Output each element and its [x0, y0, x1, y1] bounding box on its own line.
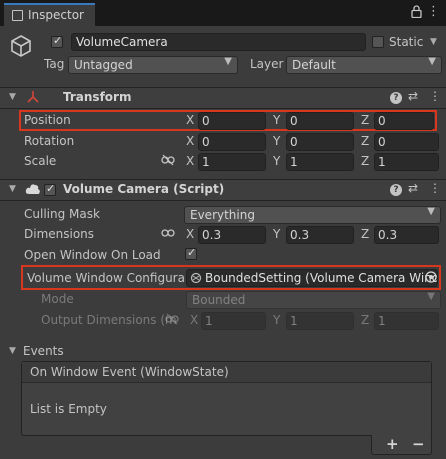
window-config-object-field[interactable]: BoundedSetting (Volume Camera Windo: [186, 269, 438, 287]
link-icon: [165, 313, 179, 328]
volume-camera-title: Volume Camera (Script): [63, 182, 225, 196]
output-dims-label: Output Dimensions (m: [41, 313, 177, 327]
rotation-x-field[interactable]: 0: [198, 133, 266, 151]
static-label: Static: [389, 35, 424, 49]
script-icon: [25, 182, 41, 199]
events-label[interactable]: Events: [23, 344, 64, 358]
events-list-header: On Window Event (WindowState): [22, 362, 431, 383]
gameobject-icon: [9, 34, 33, 61]
scale-y-axis: Y: [273, 154, 281, 168]
output-z-axis: Z: [361, 313, 370, 327]
component-menu-icon[interactable]: ⋮: [429, 181, 441, 195]
mode-value: Bounded: [192, 293, 246, 307]
remove-event-button[interactable]: −: [412, 435, 425, 453]
output-y-axis: Y: [273, 313, 281, 327]
transform-icon: [26, 90, 40, 107]
output-x-axis: X: [190, 313, 199, 327]
gameobject-name-field[interactable]: VolumeCamera: [71, 33, 366, 51]
tag-value: Untagged: [74, 58, 133, 72]
scale-x-field[interactable]: 1: [198, 153, 266, 171]
layer-value: Default: [292, 58, 336, 72]
lock-icon[interactable]: [411, 5, 422, 22]
open-on-load-label: Open Window On Load: [24, 248, 161, 262]
object-picker-icon[interactable]: [425, 271, 437, 286]
window-config-label: Volume Window Configuratio: [27, 271, 185, 285]
tag-dropdown[interactable]: Untagged ▼: [68, 56, 238, 74]
dimensions-y-field[interactable]: 0.3: [286, 226, 354, 244]
add-event-button[interactable]: +: [386, 435, 399, 453]
list-empty-text: List is Empty: [30, 402, 107, 416]
link-icon[interactable]: [161, 227, 175, 242]
component-menu-icon[interactable]: ⋮: [429, 89, 441, 103]
output-z-field: 1: [374, 312, 439, 330]
scriptable-object-icon: [190, 272, 202, 287]
layer-label: Layer: [250, 57, 284, 71]
dimensions-label[interactable]: Dimensions: [24, 227, 94, 241]
position-y-axis: Y: [273, 113, 281, 127]
inspector-tab[interactable]: Inspector: [4, 3, 95, 26]
volume-camera-enabled-checkbox[interactable]: [44, 182, 56, 196]
presets-icon[interactable]: ⇄: [408, 89, 418, 103]
mode-dropdown: Bounded ▼: [186, 291, 441, 309]
position-label[interactable]: Position: [24, 113, 71, 127]
dimensions-z-axis: Z: [361, 227, 370, 241]
culling-mask-label: Culling Mask: [24, 207, 100, 221]
events-list-footer: + −: [371, 435, 432, 455]
volume-camera-foldout-icon[interactable]: ▼: [9, 184, 16, 194]
gameobject-active-checkbox[interactable]: [51, 34, 63, 48]
position-z-axis: Z: [361, 113, 370, 127]
position-y-field[interactable]: 0: [286, 112, 354, 130]
static-checkbox[interactable]: [372, 36, 384, 48]
output-y-field: 1: [286, 312, 354, 330]
transform-foldout-icon[interactable]: ▼: [9, 92, 16, 102]
dimensions-x-field[interactable]: 0.3: [198, 226, 266, 244]
scale-label[interactable]: Scale: [24, 154, 56, 168]
inspector-tab-bar: Inspector ⋮: [0, 0, 446, 27]
chevron-down-icon: ▼: [427, 206, 435, 217]
chevron-down-icon: ▼: [224, 56, 232, 67]
events-list: On Window Event (WindowState) List is Em…: [21, 361, 432, 436]
output-x-field: 1: [201, 312, 266, 330]
culling-mask-value: Everything: [190, 208, 255, 222]
inspector-tab-label: Inspector: [28, 8, 84, 22]
rotation-z-axis: Z: [361, 134, 370, 148]
dimensions-x-axis: X: [186, 227, 195, 241]
help-icon[interactable]: ?: [390, 92, 402, 104]
transform-title: Transform: [63, 90, 132, 104]
scale-z-axis: Z: [361, 154, 370, 168]
scale-z-field[interactable]: 1: [374, 153, 439, 171]
presets-icon[interactable]: ⇄: [408, 181, 418, 195]
inspector-tab-icon: [12, 10, 23, 21]
dimensions-z-field[interactable]: 0.3: [374, 226, 439, 244]
rotation-y-axis: Y: [273, 134, 281, 148]
help-icon[interactable]: ?: [390, 184, 402, 196]
scale-y-field[interactable]: 1: [286, 153, 354, 171]
open-on-load-checkbox[interactable]: [185, 246, 197, 260]
chevron-down-icon: ▼: [427, 291, 435, 302]
link-icon[interactable]: [161, 154, 175, 169]
layer-dropdown[interactable]: Default ▼: [286, 56, 442, 74]
events-foldout-icon[interactable]: ▼: [9, 346, 16, 356]
dimensions-y-axis: Y: [273, 227, 281, 241]
static-dropdown-arrow-icon[interactable]: ▼: [430, 37, 437, 47]
rotation-label[interactable]: Rotation: [24, 134, 74, 148]
rotation-x-axis: X: [186, 134, 195, 148]
position-x-field[interactable]: 0: [198, 112, 266, 130]
mode-label: Mode: [41, 292, 74, 306]
culling-mask-dropdown[interactable]: Everything ▼: [184, 206, 441, 224]
kebab-menu-icon[interactable]: ⋮: [427, 4, 440, 19]
rotation-y-field[interactable]: 0: [286, 133, 354, 151]
events-list-header-label: On Window Event (WindowState): [30, 365, 229, 379]
scale-x-axis: X: [186, 154, 195, 168]
position-z-field[interactable]: 0: [374, 112, 434, 130]
position-x-axis: X: [186, 113, 195, 127]
window-config-value: BoundedSetting (Volume Camera Windo: [205, 271, 438, 285]
chevron-down-icon: ▼: [428, 56, 436, 67]
tag-label: Tag: [44, 57, 65, 71]
rotation-z-field[interactable]: 0: [374, 133, 439, 151]
